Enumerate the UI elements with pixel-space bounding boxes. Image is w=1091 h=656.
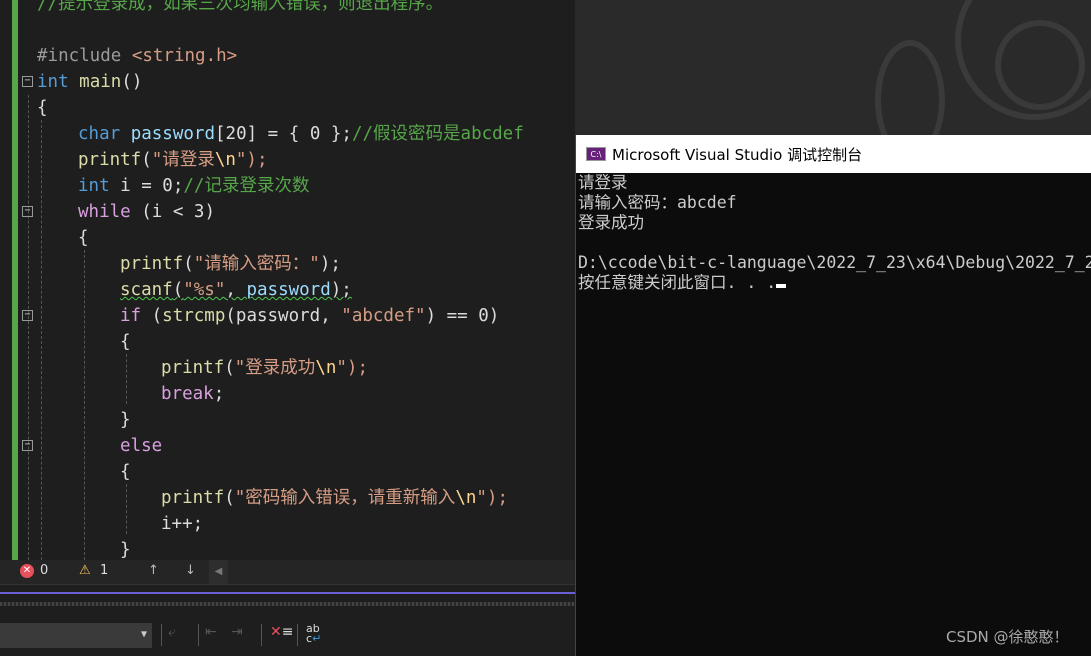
chevron-down-icon: ▼	[140, 629, 147, 640]
fold-toggle-icon[interactable]: −	[22, 76, 33, 87]
console-line: 请登录	[578, 173, 628, 192]
text-cursor	[776, 284, 787, 288]
code-line: int main()	[37, 72, 143, 92]
code-line: //提示登录成，如果三次均输入错误，则退出程序。	[37, 0, 444, 14]
panel-accent-line	[0, 592, 575, 594]
console-title-bar[interactable]: C:\ Microsoft Visual Studio 调试控制台	[576, 135, 1091, 173]
watermark: CSDN @徐憨憨！	[946, 628, 1069, 646]
code-editor[interactable]: //提示登录成，如果三次均输入错误，则退出程序。 #include <strin…	[0, 0, 575, 560]
code-line: if (strcmp(password, "abcdef") == 0)	[120, 306, 500, 326]
code-line: printf("密码输入错误，请重新输入\n");	[161, 488, 508, 508]
arrow-up-icon[interactable]: ↑	[148, 563, 159, 578]
indent-guide	[126, 354, 127, 404]
output-toolbar: ▼ ⤶ ⇤ ⇥ ✕≡ ab c↵	[0, 620, 575, 656]
arrow-down-icon[interactable]: ↓	[185, 563, 196, 578]
debug-console-window[interactable]: C:\ Microsoft Visual Studio 调试控制台 请登录 请输入…	[575, 135, 1091, 656]
code-line: {	[120, 462, 131, 482]
indent-guide	[41, 120, 42, 560]
console-line: D:\ccode\bit-c-language\2022_7_23\x64\De…	[578, 253, 1091, 272]
code-line: int i = 0;//记录登录次数	[78, 176, 310, 196]
change-tracking-bar	[12, 0, 18, 560]
divider	[297, 624, 298, 646]
code-line: break;	[161, 384, 225, 404]
console-output: 请登录 请输入密码：abcdef 登录成功 D:\ccode\bit-c-langua…	[576, 173, 1091, 293]
error-count[interactable]: 0	[40, 563, 48, 578]
next-message-icon[interactable]: ⇥	[231, 624, 243, 640]
code-line: else	[120, 436, 163, 456]
code-line: printf("登录成功\n");	[161, 358, 368, 378]
warning-triangle-icon[interactable]: ⚠	[79, 563, 91, 578]
console-line: 按任意键关闭此窗口. . .	[578, 273, 777, 292]
console-app-icon: C:\	[586, 147, 606, 161]
console-line: 请输入密码：abcdef	[578, 193, 737, 212]
clear-all-icon[interactable]: ✕≡	[270, 624, 293, 640]
code-line: #include <string.h>	[37, 46, 238, 66]
background-artwork	[575, 0, 1091, 140]
fold-toggle-icon[interactable]: −	[22, 206, 33, 217]
divider	[0, 584, 575, 592]
code-line: }	[120, 540, 131, 560]
code-line: char password[20] = { 0 };//假设密码是abcdef	[78, 124, 524, 144]
code-line: {	[37, 98, 48, 118]
code-line: i++;	[161, 514, 204, 534]
divider	[261, 624, 262, 646]
indent-guide	[84, 250, 85, 560]
divider	[161, 624, 162, 646]
word-wrap-icon[interactable]: ab c↵	[306, 623, 321, 644]
indent-guide	[126, 484, 127, 534]
editor-status-bar: ✕ 0 ⚠ 1 ↑ ↓ ◀	[0, 560, 575, 584]
error-circle-icon[interactable]: ✕	[20, 564, 34, 578]
warning-count[interactable]: 1	[100, 563, 108, 578]
scroll-left-button[interactable]: ◀	[209, 560, 228, 584]
code-line: {	[120, 332, 131, 352]
code-line: {	[78, 228, 89, 248]
divider	[198, 624, 199, 646]
code-line: }	[120, 410, 131, 430]
code-line: scanf("%s", password);	[120, 280, 352, 300]
code-line: while (i < 3)	[78, 202, 215, 222]
code-line: printf("请登录\n");	[78, 150, 268, 170]
fold-toggle-icon[interactable]: −	[22, 440, 33, 451]
goto-line-icon[interactable]: ⤶	[168, 624, 176, 640]
console-line: 登录成功	[578, 213, 644, 232]
console-title: Microsoft Visual Studio 调试控制台	[612, 145, 863, 164]
panel-grip[interactable]	[0, 602, 575, 606]
code-line: printf("请输入密码：");	[120, 254, 341, 274]
previous-message-icon[interactable]: ⇤	[205, 624, 217, 640]
fold-guide	[28, 95, 29, 560]
fold-toggle-icon[interactable]: −	[22, 310, 33, 321]
output-source-dropdown[interactable]: ▼	[0, 623, 152, 648]
